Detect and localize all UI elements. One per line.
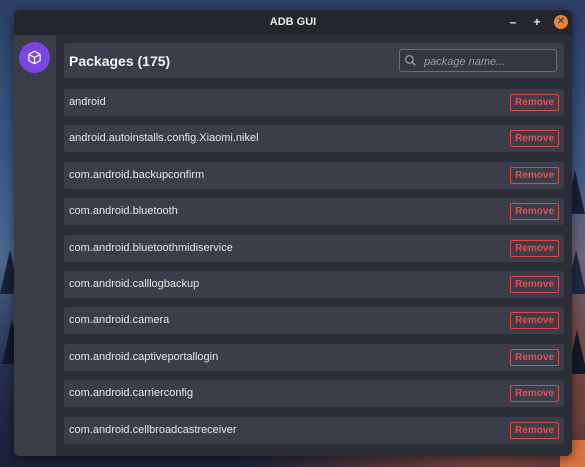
package-name: com.android.calllogbackup [69,277,200,290]
package-name: com.android.camera [69,314,170,327]
package-name: com.android.bluetooth [69,205,178,218]
package-name: com.android.cellbroadcastreceiver [69,423,237,436]
sidebar-item-packages[interactable] [19,42,50,73]
package-name: com.android.captiveportallogin [69,350,219,363]
remove-button[interactable]: Remove [510,312,559,330]
window-title: ADB GUI [269,16,317,28]
remove-button[interactable]: Remove [510,239,559,257]
package-icon [28,50,41,65]
package-row: com.android.backupconfirm Remove [64,161,564,189]
package-name: android [69,96,106,108]
package-name: android.autoinstalls.config.Xiaomi.nikel [69,132,259,145]
titlebar[interactable]: ADB GUI – + ✕ [14,10,572,35]
package-name: com.android.backupconfirm [69,168,205,181]
remove-button[interactable]: Remove [510,348,559,366]
packages-header: Packages (175) [64,43,564,78]
search-icon [404,54,416,66]
search-box[interactable] [399,49,557,72]
remove-button[interactable]: Remove [510,130,559,148]
package-row: com.android.captiveportallogin Remove [64,343,564,371]
sidebar [14,35,56,456]
remove-button[interactable]: Remove [510,94,559,111]
app-window: ADB GUI – + ✕ Packages (175) package nam… [14,10,572,456]
remove-button[interactable]: Remove [510,385,559,403]
package-row: com.android.calllogbackup Remove [64,270,564,298]
package-row: com.android.cellbroadcastreceiver Remove [64,416,564,444]
remove-button[interactable]: Remove [510,421,559,439]
remove-button[interactable]: Remove [510,275,559,293]
package-row: android Remove [64,89,564,116]
remove-button[interactable]: Remove [510,166,559,184]
package-row: com.android.camera Remove [64,307,564,335]
package-row: com.android.carrierconfig Remove [64,380,564,408]
minimize-button[interactable]: – [506,15,520,29]
package-row: com.android.bluetoothmidiservice Remove [64,234,564,262]
main-content: Packages (175) android Remove android.au… [56,35,572,456]
remove-button[interactable]: Remove [510,203,559,221]
package-name: com.android.bluetoothmidiservice [69,241,233,254]
package-row: android.autoinstalls.config.Xiaomi.nikel… [64,125,564,153]
close-button[interactable]: ✕ [554,15,568,29]
package-row: com.android.bluetooth Remove [64,198,564,226]
page-title: Packages (175) [69,53,171,69]
package-name: com.android.carrierconfig [69,387,194,400]
search-input[interactable] [422,52,556,71]
package-list: android Remove android.autoinstalls.conf… [64,89,564,453]
maximize-button[interactable]: + [530,15,544,29]
